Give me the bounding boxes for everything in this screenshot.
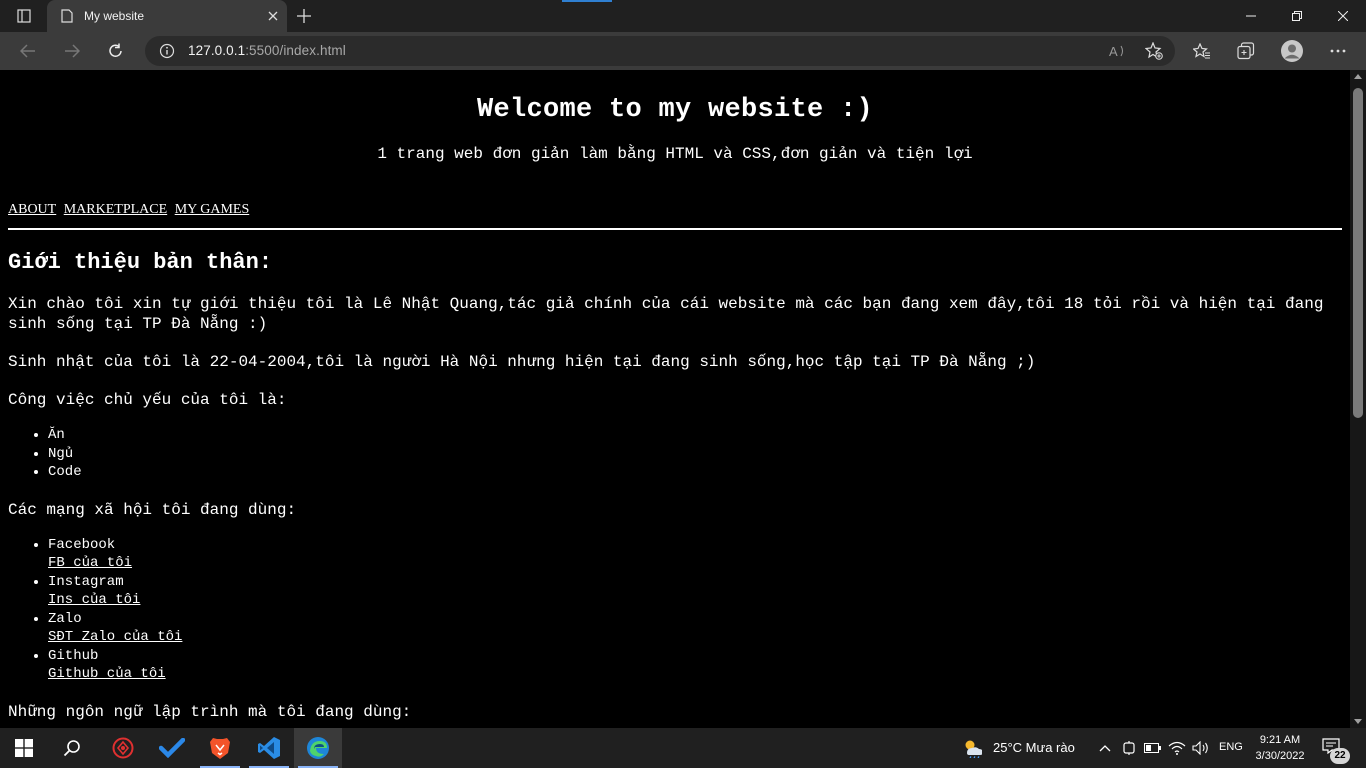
close-window-button[interactable] — [1320, 0, 1366, 32]
scroll-up-arrow-icon[interactable] — [1354, 74, 1362, 79]
nav-link-my-games[interactable]: MY GAMES — [175, 202, 250, 217]
taskbar-app-brave[interactable] — [196, 728, 244, 768]
plus-icon — [297, 9, 311, 23]
taskbar: 25°C Mưa rào ENG 9:21 AM 3/30/2022 22 — [0, 728, 1366, 768]
nav-link-marketplace[interactable]: MARKETPLACE — [64, 202, 167, 217]
browser-titlebar: My website — [0, 0, 1366, 32]
scroll-down-arrow-icon[interactable] — [1354, 719, 1362, 724]
profile-avatar-icon[interactable] — [1278, 37, 1306, 65]
languages-intro: Những ngôn ngữ lập trình mà tôi đang dùn… — [8, 702, 412, 721]
restore-button[interactable] — [1274, 0, 1320, 32]
zalo-link[interactable]: SĐT Zalo của tôi — [48, 628, 1342, 647]
minimize-icon — [1246, 15, 1256, 17]
favorites-icon[interactable] — [1188, 37, 1216, 65]
battery-icon[interactable] — [1143, 738, 1163, 758]
facebook-link[interactable]: FB của tôi — [48, 554, 1342, 573]
taskbar-search-button[interactable] — [48, 728, 96, 768]
weather-text[interactable]: 25°C Mưa rào — [993, 740, 1075, 755]
taskbar-app-edge[interactable] — [294, 728, 342, 768]
github-link[interactable]: Github của tôi — [48, 665, 1342, 684]
browser-toolbar: 127.0.0.1:5500/index.html A — [0, 32, 1366, 70]
checkmark-app-icon — [159, 738, 185, 758]
instagram-link[interactable]: Ins của tôi — [48, 591, 1342, 610]
tab-actions-button[interactable] — [10, 6, 38, 26]
browser-tab[interactable]: My website — [47, 0, 287, 32]
svg-text:A: A — [1109, 44, 1118, 59]
page-favicon-icon — [59, 8, 75, 24]
list-item: Ngủ — [48, 445, 1342, 464]
tab-title: My website — [84, 9, 145, 23]
page-heading: Welcome to my website :) — [476, 95, 874, 125]
chevron-up-icon[interactable] — [1095, 738, 1115, 758]
read-aloud-icon[interactable]: A — [1107, 41, 1129, 61]
work-list: Ăn Ngủ Code — [8, 426, 1342, 482]
vscode-icon — [258, 737, 280, 759]
social-name: Instagram — [48, 573, 124, 590]
nav-link-about[interactable]: ABOUT — [8, 202, 56, 217]
social-item-zalo: ZaloSĐT Zalo của tôi — [48, 610, 1342, 647]
nav-divider — [8, 228, 1342, 230]
page-subtitle: 1 trang web đơn giản làm bằng HTML và CS… — [377, 145, 973, 163]
page-scrollbar[interactable] — [1350, 70, 1366, 728]
clock-time: 9:21 AM — [1259, 734, 1301, 746]
url-text[interactable]: 127.0.0.1:5500/index.html — [188, 43, 346, 58]
back-arrow-icon — [20, 44, 35, 58]
edge-browser-icon — [307, 737, 329, 759]
device-icon[interactable] — [1119, 738, 1139, 758]
work-intro: Công việc chủ yếu của tôi là: — [8, 391, 287, 409]
site-nav: ABOUT MARKETPLACE MY GAMES — [8, 200, 1342, 220]
close-tab-icon[interactable] — [265, 8, 281, 24]
wifi-icon[interactable] — [1167, 738, 1187, 758]
intro-paragraph: Xin chào tôi xin tự giới thiệu tôi là Lê… — [8, 295, 1324, 333]
taskbar-app-todo[interactable] — [148, 728, 196, 768]
new-tab-button[interactable] — [292, 6, 316, 26]
close-icon — [1338, 11, 1348, 21]
reload-button[interactable] — [102, 37, 130, 65]
list-item: Ăn — [48, 426, 1342, 445]
social-item-instagram: InstagramIns của tôi — [48, 573, 1342, 610]
red-app-icon — [112, 737, 134, 759]
reload-icon — [109, 43, 122, 57]
social-name: Github — [48, 647, 99, 664]
windows-logo-icon — [15, 739, 33, 757]
social-name: Facebook — [48, 536, 116, 553]
start-button[interactable] — [0, 728, 48, 768]
weather-icon[interactable] — [962, 738, 982, 758]
volume-icon[interactable] — [1191, 738, 1211, 758]
social-name: Zalo — [48, 610, 82, 627]
url-path: :5500/index.html — [245, 43, 346, 58]
minimize-button[interactable] — [1228, 0, 1274, 32]
back-button[interactable] — [14, 37, 42, 65]
site-info-icon[interactable] — [159, 43, 175, 59]
scrollbar-thumb[interactable] — [1353, 88, 1363, 418]
forward-button[interactable] — [58, 37, 86, 65]
restore-icon — [1292, 11, 1302, 21]
about-heading: Giới thiệu bản thân: — [8, 250, 273, 275]
address-bar[interactable]: 127.0.0.1:5500/index.html A — [145, 36, 1175, 66]
search-icon — [63, 740, 80, 757]
social-item-facebook: FacebookFB của tôi — [48, 536, 1342, 573]
page-viewport: Welcome to my website :) 1 trang web đơn… — [0, 70, 1350, 728]
taskbar-app-vscode[interactable] — [245, 728, 293, 768]
settings-more-icon[interactable] — [1324, 37, 1352, 65]
brave-lion-icon — [210, 738, 230, 759]
input-language[interactable]: ENG — [1219, 741, 1243, 753]
page-content: Welcome to my website :) 1 trang web đơn… — [0, 94, 1350, 722]
notification-count-badge: 22 — [1330, 748, 1350, 764]
taskbar-clock[interactable]: 9:21 AM 3/30/2022 — [1250, 732, 1310, 764]
tab-actions-icon — [17, 9, 31, 23]
forward-arrow-icon — [65, 44, 80, 58]
add-favorite-icon[interactable] — [1143, 41, 1165, 61]
collections-icon[interactable] — [1232, 37, 1260, 65]
taskbar-app-red[interactable] — [99, 728, 147, 768]
social-intro: Các mạng xã hội tôi đang dùng: — [8, 500, 297, 519]
window-accent — [562, 0, 612, 2]
social-list: FacebookFB của tôi InstagramIns của tôi … — [8, 536, 1342, 684]
clock-date: 3/30/2022 — [1255, 750, 1305, 762]
birthday-paragraph: Sinh nhật của tôi là 22-04-2004,tôi là n… — [8, 353, 1036, 371]
social-item-github: GithubGithub của tôi — [48, 647, 1342, 684]
list-item: Code — [48, 463, 1342, 482]
url-host: 127.0.0.1 — [188, 43, 246, 58]
